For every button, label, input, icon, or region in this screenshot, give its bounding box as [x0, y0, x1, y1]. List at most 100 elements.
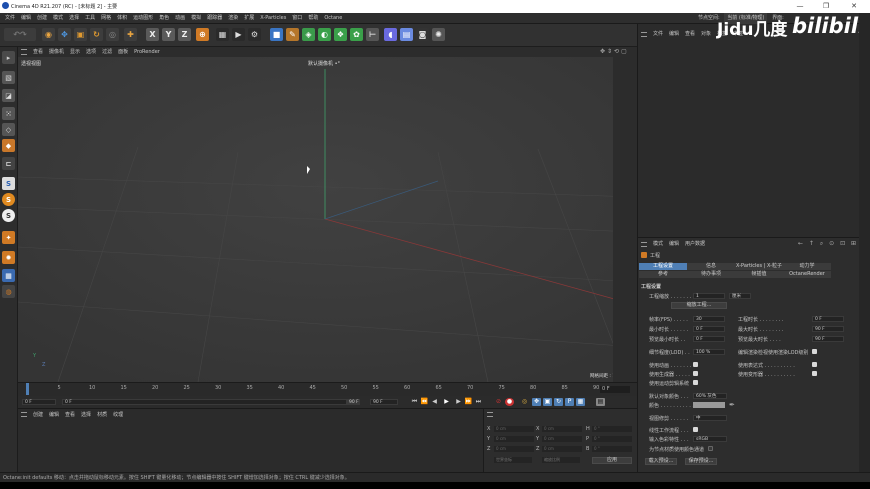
tab-dynamics[interactable]: 动力学 [783, 263, 831, 270]
rot-p-field[interactable]: 0 ° [592, 436, 632, 442]
menu-item-0[interactable]: 文件 [2, 13, 18, 24]
scale-project-button[interactable]: 缩放工程... [671, 302, 727, 309]
z-axis-lock-icon[interactable]: Z [178, 28, 191, 41]
coord-mode-dropdown[interactable]: 世界坐标 [494, 457, 532, 463]
menu-item-16[interactable]: 窗口 [289, 13, 305, 24]
pen-spline-icon[interactable]: ✎ [286, 28, 299, 41]
live-select-icon[interactable]: ◉ [42, 28, 55, 41]
tab-project-settings[interactable]: 工程设置 [639, 263, 687, 270]
render-lod-checkbox[interactable] [812, 349, 817, 354]
cloner-icon[interactable]: ◐ [318, 28, 331, 41]
color-swatch[interactable] [693, 402, 725, 408]
viewport-menu-item-1[interactable]: 摄像机 [46, 47, 67, 57]
grid-tool-icon[interactable]: ▦ [2, 269, 15, 282]
cube-object-icon[interactable]: ■ [270, 28, 283, 41]
pos-x-field[interactable]: 0 cm [494, 426, 534, 432]
viewport-menu-item-0[interactable]: 查看 [30, 47, 46, 57]
next-frame-icon[interactable]: ▶ [454, 398, 463, 406]
key-pla-icon[interactable]: ▦ [576, 398, 585, 406]
close-button[interactable]: ✕ [843, 2, 865, 10]
menu-item-12[interactable]: 跟踪器 [204, 13, 225, 24]
material-menu-item-5[interactable]: 纹理 [110, 410, 126, 421]
model-mode-icon[interactable]: ▧ [2, 71, 15, 84]
key-parameter-icon[interactable]: P [565, 398, 574, 406]
viewport-menu-item-6[interactable]: ProRender [131, 47, 163, 57]
viewport-nav-icons[interactable]: ✥⇕⟲▢ [600, 48, 629, 55]
viewport-menu-item-5[interactable]: 面板 [115, 47, 131, 57]
grid-sky-icon[interactable]: ▤ [400, 28, 413, 41]
attr-menu-item-1[interactable]: 编辑 [666, 239, 682, 250]
view-clipping-dropdown[interactable]: 中 [693, 415, 727, 421]
menu-item-13[interactable]: 渲染 [225, 13, 241, 24]
menu-item-4[interactable]: 选择 [66, 13, 82, 24]
end-frame-field-2[interactable]: 90 F [370, 399, 398, 405]
menu-item-17[interactable]: 帮助 [305, 13, 321, 24]
node-color-checkbox[interactable] [708, 446, 713, 451]
menu-item-2[interactable]: 创建 [34, 13, 50, 24]
menu-item-3[interactable]: 模式 [50, 13, 66, 24]
project-time-field[interactable]: 0 F [812, 316, 844, 322]
menu-item-10[interactable]: 动画 [172, 13, 188, 24]
prev-key-icon[interactable]: ⏪ [420, 398, 429, 406]
load-preset-button[interactable]: 载入预设... [645, 458, 677, 465]
play-icon[interactable]: ▶ [442, 398, 451, 406]
apply-button[interactable]: 应用 [592, 457, 632, 464]
material-menu-item-2[interactable]: 查看 [62, 410, 78, 421]
use-generators-checkbox[interactable] [693, 371, 698, 376]
viewport-camera-label[interactable]: 默认摄像机 •° [308, 60, 340, 67]
scale-field[interactable]: 1 [693, 293, 725, 299]
make-editable-icon[interactable]: ▸ [2, 51, 15, 64]
current-frame-slider[interactable]: 0 F [62, 399, 360, 405]
light-icon[interactable]: ✺ [432, 28, 445, 41]
points-mode-icon[interactable]: ⁙ [2, 107, 15, 120]
timeline-ruler[interactable]: 051015202530354045505560657075808590 0 F [18, 382, 637, 396]
keyframe-selection-icon[interactable]: ◎ [520, 398, 529, 406]
attr-menu-item-2[interactable]: 用户数据 [682, 239, 708, 250]
input-color-dropdown[interactable]: sRGB [693, 436, 727, 442]
viewport-menu-item-3[interactable]: 选项 [83, 47, 99, 57]
menu-item-18[interactable]: Octane [321, 13, 345, 24]
right-side-tabs[interactable] [859, 13, 870, 472]
menu-item-8[interactable]: 运动图形 [130, 13, 156, 24]
tab-xparticles[interactable]: X-Particles | X-粒子 [735, 263, 783, 270]
render-picture-viewer-icon[interactable]: ▶ [232, 28, 245, 41]
linear-workflow-checkbox[interactable] [693, 427, 698, 432]
use-expressions-checkbox[interactable] [812, 362, 817, 367]
material-menu-item-1[interactable]: 编辑 [46, 410, 62, 421]
menu-item-15[interactable]: X-Particles [257, 13, 289, 24]
move-tool-icon[interactable]: ✥ [58, 28, 71, 41]
fps-field[interactable]: 30 [693, 316, 725, 322]
rot-b-field[interactable]: 0 ° [592, 446, 632, 452]
subdivision-icon[interactable]: ◈ [302, 28, 315, 41]
lod-field[interactable]: 100 % [693, 349, 725, 355]
min-time-field[interactable]: 0 F [693, 326, 725, 332]
object-menu-item-1[interactable]: 编辑 [666, 29, 682, 40]
eyedropper-icon[interactable]: ✒ [729, 401, 735, 409]
object-menu-item-3[interactable]: 对象 [698, 29, 714, 40]
max-time-field[interactable]: 90 F [812, 326, 844, 332]
use-motion-checkbox[interactable] [693, 380, 698, 385]
material-menu-item-0[interactable]: 创建 [30, 410, 46, 421]
viewport-menu-item-4[interactable]: 过滤 [99, 47, 115, 57]
pos-y-field[interactable]: 0 cm [494, 436, 534, 442]
key-position-icon[interactable]: ✥ [532, 398, 541, 406]
autokey-icon[interactable]: ● [505, 398, 514, 406]
deformer-icon[interactable]: ✿ [350, 28, 363, 41]
render-settings-icon[interactable]: ⚙ [248, 28, 261, 41]
maximize-button[interactable]: ❐ [815, 2, 837, 10]
key-rotation-icon[interactable]: ↻ [554, 398, 563, 406]
add-tool-icon[interactable]: ✚ [124, 28, 137, 41]
default-color-dropdown[interactable]: 60% 灰色 [693, 393, 727, 399]
xparticles-icon[interactable]: ✹ [2, 251, 15, 264]
undo-redo-icon[interactable]: ↶↷ [4, 28, 36, 41]
viewport-hamburger-icon[interactable] [21, 49, 27, 55]
coords-hamburger-icon[interactable] [487, 412, 493, 417]
use-deformers-checkbox[interactable] [812, 371, 817, 376]
go-to-end-icon[interactable]: ⏭ [474, 398, 483, 406]
tab-info[interactable]: 信息 [687, 263, 735, 270]
x-axis-lock-icon[interactable]: X [146, 28, 159, 41]
attr-hamburger-icon[interactable] [641, 242, 647, 247]
render-view-icon[interactable]: ▦ [216, 28, 229, 41]
camera-icon[interactable]: ◖ [384, 28, 397, 41]
record-keys-icon[interactable]: ⊘ [494, 398, 503, 406]
